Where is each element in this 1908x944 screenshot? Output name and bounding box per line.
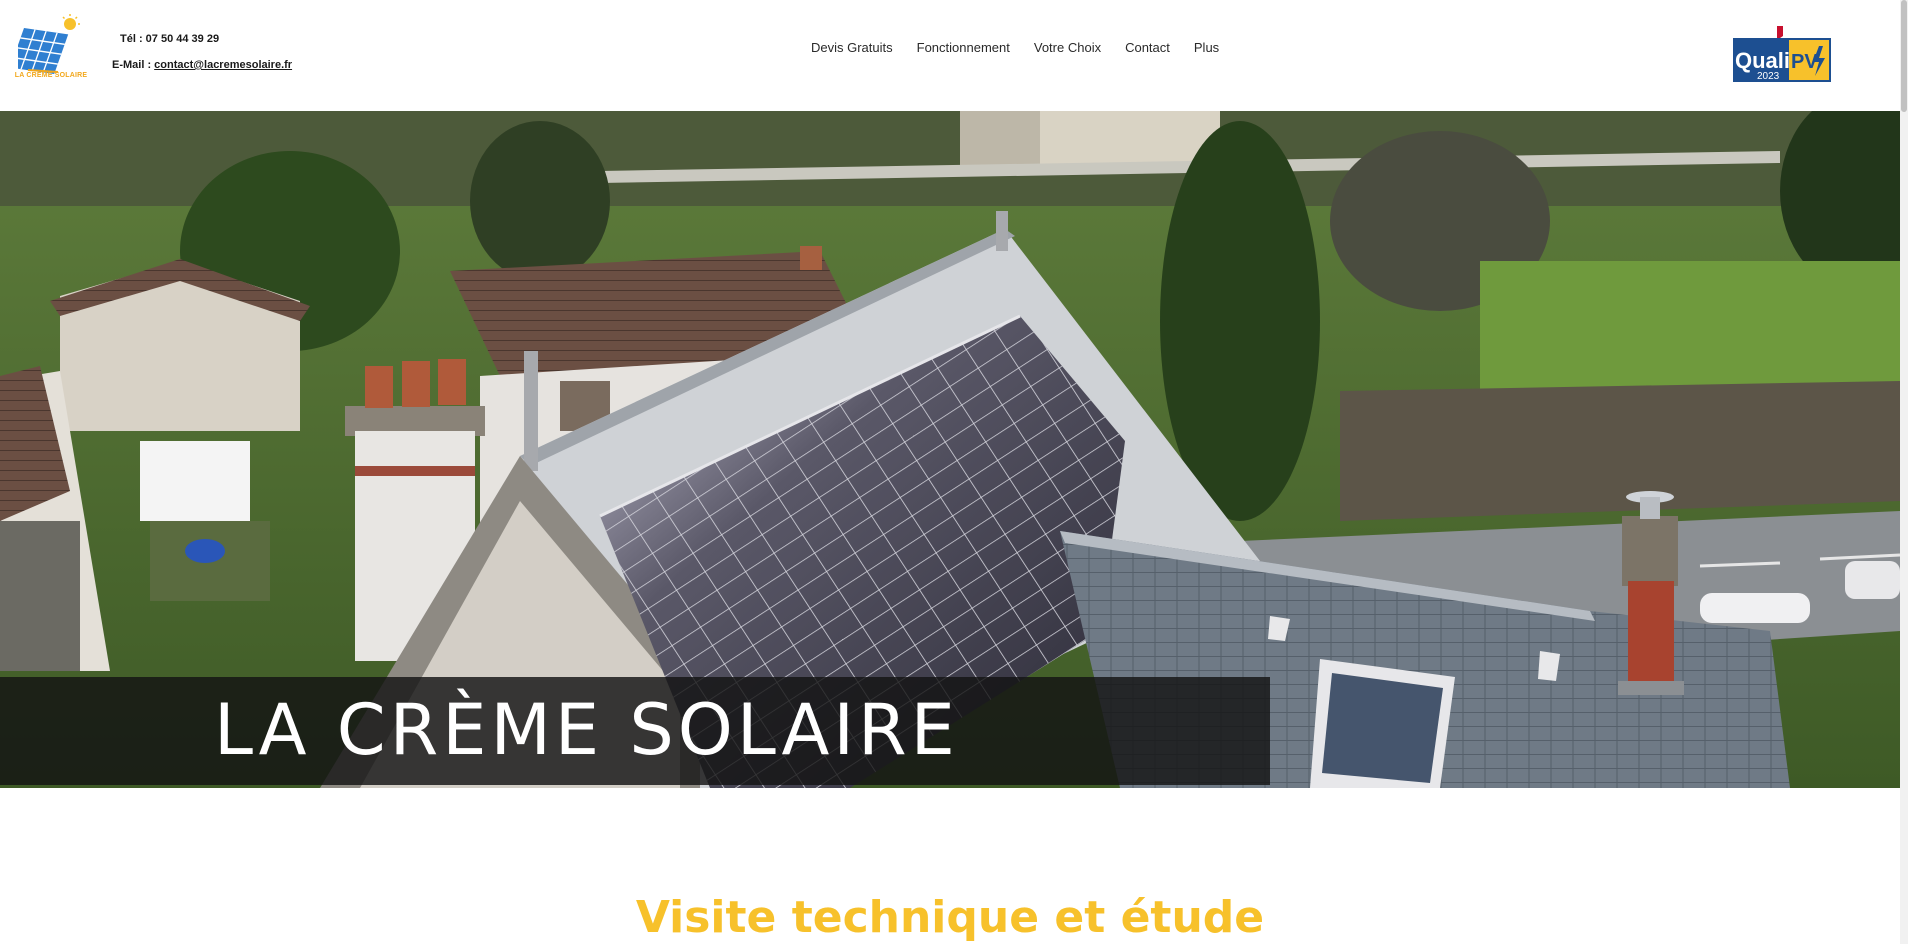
qualipv-year: 2023: [1757, 71, 1780, 82]
email-line: E-Mail : contact@lacremesolaire.fr: [112, 59, 292, 71]
vertical-scrollbar[interactable]: [1900, 0, 1908, 944]
nav-item-plus[interactable]: Plus: [1194, 40, 1219, 55]
section-heading: Visite technique et étude: [635, 892, 1265, 943]
phone-number: Tél : 07 50 44 39 29: [120, 33, 220, 45]
nav-item-votre-choix[interactable]: Votre Choix: [1034, 40, 1101, 55]
nav-item-devis-gratuits[interactable]: Devis Gratuits: [811, 40, 893, 55]
email-label: E-Mail :: [112, 59, 155, 71]
main-nav: Devis Gratuits Fonctionnement Votre Choi…: [811, 40, 1219, 55]
email-link[interactable]: contact@lacremesolaire.fr: [154, 59, 292, 71]
site-header: LA CRÈME SOLAIRE Tél : 07 50 44 39 29 E-…: [0, 0, 1900, 111]
page: LA CRÈME SOLAIRE Tél : 07 50 44 39 29 E-…: [0, 0, 1908, 944]
hero-image: LA CRÈME SOLAIRE: [0, 111, 1900, 788]
nav-item-fonctionnement[interactable]: Fonctionnement: [917, 40, 1010, 55]
qualipv-badge-icon: Quali PV 2023: [1733, 26, 1831, 82]
logo-text: LA CRÈME SOLAIRE: [14, 72, 88, 79]
hero-title: LA CRÈME SOLAIRE: [214, 689, 959, 771]
scrollbar-thumb[interactable]: [1901, 0, 1907, 112]
qualipv-brand: Quali: [1735, 48, 1790, 73]
nav-item-contact[interactable]: Contact: [1125, 40, 1170, 55]
